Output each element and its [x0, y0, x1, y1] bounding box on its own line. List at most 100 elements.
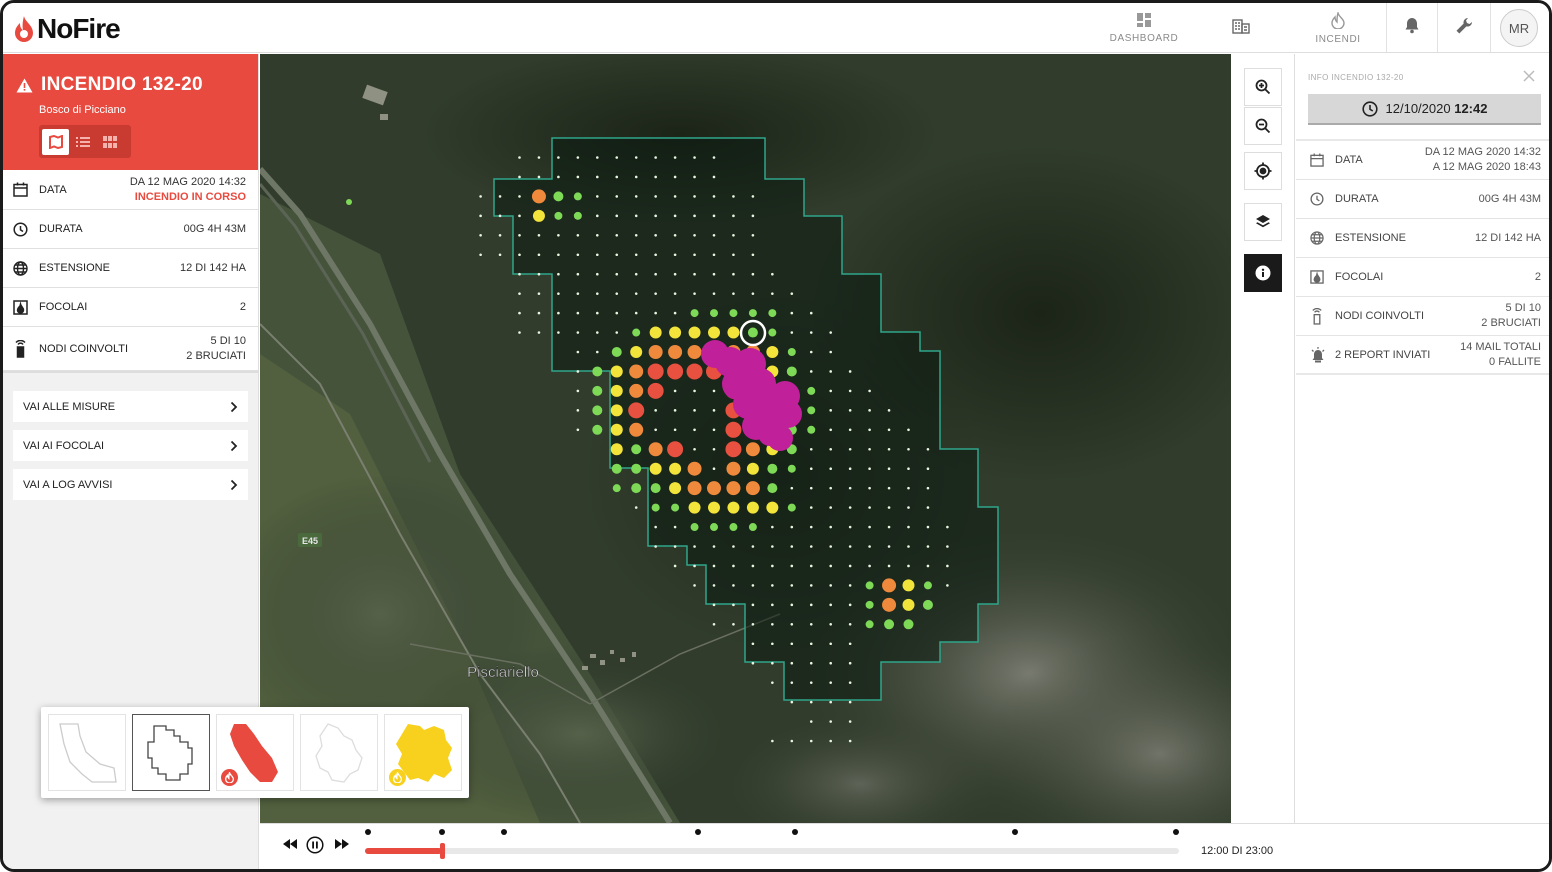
grid-node [787, 348, 796, 356]
grid-node [768, 328, 777, 337]
layer-grid-outline[interactable] [132, 714, 210, 791]
grid-node [729, 523, 738, 532]
view-toggle [39, 125, 131, 158]
grid-node [651, 503, 660, 512]
locate-button[interactable] [1244, 152, 1282, 190]
grid-node [868, 447, 871, 451]
link-label: VAI ALLE MISURE [23, 400, 116, 413]
grid-node [868, 545, 871, 548]
grid-node [790, 311, 794, 315]
grid-node [829, 409, 832, 412]
grid-node [634, 506, 638, 509]
nav-buildings[interactable] [1219, 3, 1263, 53]
notifications-button[interactable] [1387, 3, 1437, 53]
goto-log-avvisi-button[interactable]: VAI A LOG AVVISI [13, 469, 248, 500]
layer-risk-area[interactable] [384, 714, 462, 791]
nav-dashboard[interactable]: DASHBOARD [1108, 3, 1180, 53]
timeline-current-time: 12:00 DI 23:00 [1201, 845, 1274, 857]
grid-node [848, 525, 852, 529]
grid-node [479, 234, 482, 237]
logo[interactable]: NoFire [13, 13, 121, 45]
info-button[interactable] [1244, 254, 1282, 292]
incident-info-panel: INFO INCENDIO 132-20 12/10/2020 12:42 DA… [1296, 54, 1549, 823]
bell-icon [1405, 18, 1419, 34]
layer-area-outline[interactable] [48, 714, 126, 791]
settings-button[interactable] [1438, 3, 1490, 53]
grid-node [926, 486, 930, 490]
grid-node [667, 441, 684, 458]
timeline-track[interactable] [365, 843, 1179, 859]
grid-node [669, 326, 682, 339]
info-value: 2 [239, 300, 246, 313]
grid-node [848, 700, 852, 704]
timeline-handle[interactable] [440, 843, 446, 859]
grid-node [809, 700, 813, 704]
close-panel-button[interactable] [1523, 69, 1535, 87]
timeline-marker[interactable] [695, 829, 701, 835]
pause-button[interactable] [306, 836, 324, 854]
grid-node [612, 484, 621, 493]
nofire-flame-icon [15, 16, 33, 42]
fire-icon [1331, 11, 1345, 29]
info-value: 5 DI 10 [210, 334, 246, 347]
grid-node [667, 363, 684, 380]
zoom-in-icon [1255, 79, 1271, 95]
grid-node [693, 156, 696, 159]
grid-node [790, 681, 794, 684]
grid-node [557, 311, 560, 315]
grid-node [693, 409, 696, 412]
list-view-button[interactable] [69, 129, 96, 155]
timeline-marker[interactable] [439, 829, 445, 835]
grid-node [610, 423, 623, 436]
grid-node [829, 350, 832, 354]
place-label-pisciariello: Pisciariello [467, 664, 539, 681]
grid-node [848, 409, 852, 412]
grid-node [829, 545, 832, 548]
grid-node [790, 564, 794, 568]
grid-node [610, 404, 623, 417]
grid-node [790, 486, 794, 490]
timeline-marker[interactable] [1012, 829, 1018, 835]
snapshot-datetime[interactable]: 12/10/2020 12:42 [1308, 94, 1541, 125]
timeline-marker[interactable] [501, 829, 507, 835]
grid-node [809, 350, 813, 354]
user-avatar[interactable]: MR [1500, 9, 1538, 47]
grid-node [809, 661, 813, 665]
grid-node [751, 584, 755, 587]
grid-node [887, 545, 891, 548]
grid-node [687, 345, 702, 359]
layer-region-outline[interactable] [300, 714, 378, 791]
zoom-out-button[interactable] [1244, 107, 1282, 145]
zoom-in-button[interactable] [1244, 68, 1282, 106]
grid-node [654, 214, 657, 218]
layers-button[interactable] [1244, 203, 1282, 241]
timeline-marker[interactable] [365, 829, 371, 835]
map-view-button[interactable] [42, 128, 69, 155]
grid-node [923, 581, 932, 590]
grid-node [673, 253, 677, 257]
grid-node [907, 564, 910, 568]
grid-node [907, 486, 910, 490]
layer-fire-area[interactable] [216, 714, 294, 791]
forward-button[interactable] [334, 836, 350, 852]
grid-node [687, 461, 702, 476]
link-label: VAI A LOG AVVISI [23, 478, 113, 491]
nav-incendi[interactable]: INCENDI [1308, 3, 1368, 53]
grid-node [596, 292, 599, 295]
rewind-button[interactable] [282, 836, 298, 852]
goto-misure-button[interactable]: VAI ALLE MISURE [13, 391, 248, 422]
info-row-durata: DURATA 00G 4H 43M [3, 210, 258, 249]
grid-node [790, 623, 794, 626]
grid-node [673, 234, 677, 237]
grid-node [537, 253, 541, 257]
fire-badge [221, 769, 238, 786]
timeline-marker[interactable] [1173, 829, 1179, 835]
grid-node [732, 564, 735, 568]
grid-node [926, 447, 930, 451]
goto-focolai-button[interactable]: VAI AI FOCOLAI [13, 430, 248, 461]
grid-node [673, 545, 677, 548]
grid-node [771, 642, 774, 646]
grid-node [766, 346, 779, 358]
timeline-marker[interactable] [792, 829, 798, 835]
grid-view-button[interactable] [96, 129, 123, 155]
